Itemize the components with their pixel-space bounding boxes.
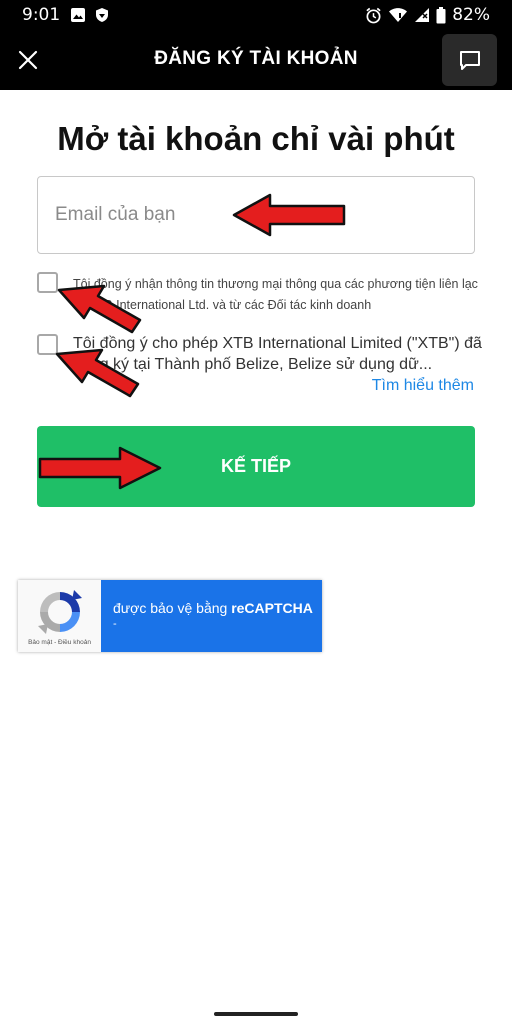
recaptcha-links[interactable]: Bảo mật - Điều khoản	[18, 639, 101, 646]
signal-icon	[415, 8, 430, 22]
recaptcha-sub: -	[113, 618, 117, 630]
main-heading: Mở tài khoản chỉ vài phút	[57, 120, 455, 157]
arrow-checkbox1-annotation	[57, 284, 142, 334]
gesture-nav-handle[interactable]	[214, 1012, 298, 1016]
image-notification-icon	[71, 8, 85, 22]
arrow-next-annotation	[38, 446, 162, 490]
recaptcha-badge[interactable]: Bảo mật - Điều khoản được bảo vệ bằng re…	[18, 580, 322, 652]
wifi-icon	[389, 8, 408, 22]
battery-level: 82%	[452, 5, 490, 25]
recaptcha-label: được bảo vệ bằng reCAPTCHA -	[101, 580, 322, 652]
marketing-consent-checkbox[interactable]	[37, 272, 58, 293]
status-time: 9:01	[22, 5, 61, 25]
app-bar: ĐĂNG KÝ TÀI KHOẢN	[0, 30, 512, 90]
arrow-email-annotation	[232, 193, 346, 237]
status-right-group: 82%	[365, 5, 490, 25]
arrow-checkbox2-annotation	[55, 348, 140, 398]
recaptcha-logo-box: Bảo mật - Điều khoản	[18, 580, 101, 652]
alarm-icon	[366, 7, 381, 23]
page-title: ĐĂNG KÝ TÀI KHOẢN	[154, 48, 358, 69]
status-bar: 9:01 82%	[0, 0, 512, 30]
shield-notification-icon	[96, 8, 108, 22]
learn-more-link[interactable]: Tìm hiểu thêm	[372, 377, 474, 395]
chat-button[interactable]	[442, 34, 497, 86]
recaptcha-brand: reCAPTCHA	[231, 600, 313, 616]
status-notification-icons	[70, 7, 110, 23]
chat-icon	[459, 51, 480, 70]
battery-icon	[436, 6, 446, 23]
recaptcha-protected-text: được bảo vệ bằng	[113, 600, 232, 616]
recaptcha-logo-icon	[38, 590, 82, 634]
